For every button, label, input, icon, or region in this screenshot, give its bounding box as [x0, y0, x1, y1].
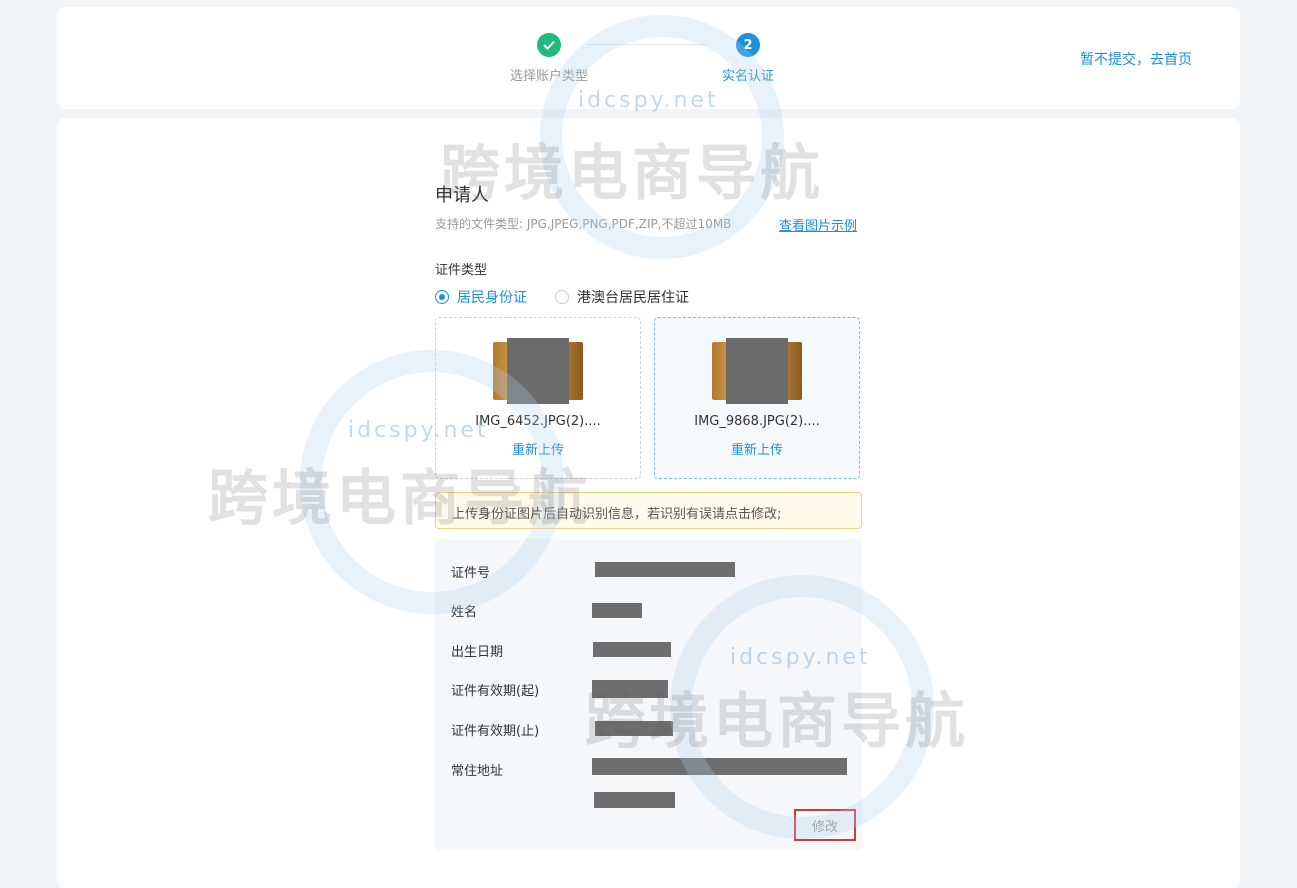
skip-to-home-link[interactable]: 暂不提交，去首页 — [1080, 49, 1192, 69]
upload-filename: IMG_6452.JPG(2).... — [475, 414, 601, 429]
recognized-info-panel: 证件号 姓名 出生日期 证件有效期(起) 证件有效期(止) 常住地址 修改 — [435, 539, 862, 850]
field-label-valid-from: 证件有效期(起) — [451, 684, 540, 699]
step-select-account-type: 选择账户类型 — [489, 33, 609, 84]
step-label: 实名认证 — [721, 69, 774, 84]
upload-id-back[interactable]: IMG_9868.JPG(2).... 重新上传 — [654, 317, 860, 479]
radio-resident-id[interactable]: 居民身份证 — [435, 287, 527, 307]
redacted-value — [595, 562, 735, 577]
verification-form-card: 申请人 支持的文件类型: JPG,JPEG,PNG,PDF,ZIP,不超过10M… — [57, 118, 1240, 888]
file-type-hint: 支持的文件类型: JPG,JPEG,PNG,PDF,ZIP,不超过10MB — [435, 217, 732, 231]
radio-hk-macao-taiwan-permit[interactable]: 港澳台居民居住证 — [555, 287, 689, 307]
field-label-name: 姓名 — [451, 605, 478, 620]
step-label: 选择账户类型 — [509, 69, 588, 84]
edit-button[interactable]: 修改 — [794, 809, 856, 841]
redacted-value — [595, 721, 673, 736]
redacted-value — [594, 792, 675, 808]
radio-circle — [555, 290, 569, 304]
view-example-link[interactable]: 查看图片示例 — [779, 215, 857, 234]
reupload-button[interactable]: 重新上传 — [436, 439, 640, 458]
radio-label: 居民身份证 — [457, 290, 527, 306]
field-label-id-number: 证件号 — [451, 566, 491, 581]
redacted-value — [592, 758, 847, 775]
radio-label: 港澳台居民居住证 — [577, 290, 689, 306]
field-label-valid-to: 证件有效期(止) — [451, 724, 540, 739]
field-label-address: 常住地址 — [451, 764, 504, 779]
reupload-button[interactable]: 重新上传 — [655, 439, 859, 458]
section-title: 申请人 — [435, 185, 489, 206]
redacted-value — [593, 642, 671, 657]
ocr-notice-banner: 上传身份证图片后自动识别信息，若识别有误请点击修改; — [435, 492, 862, 529]
upload-id-front[interactable]: IMG_6452.JPG(2).... 重新上传 — [435, 317, 641, 479]
redacted-value — [592, 680, 668, 698]
id-image-thumbnail — [493, 338, 583, 404]
id-image-thumbnail — [712, 338, 802, 404]
field-label-birth-date: 出生日期 — [451, 645, 504, 660]
redacted-value — [592, 603, 642, 618]
step-number: 2 — [736, 33, 760, 57]
id-type-radio-group: 居民身份证 港澳台居民居住证 — [435, 287, 689, 307]
step-real-name-verification: 2 实名认证 — [688, 33, 808, 84]
progress-header: 选择账户类型 2 实名认证 暂不提交，去首页 — [57, 7, 1240, 109]
radio-circle — [435, 290, 449, 304]
id-type-label: 证件类型 — [435, 263, 488, 278]
check-icon — [537, 33, 561, 57]
upload-filename: IMG_9868.JPG(2).... — [694, 414, 820, 429]
